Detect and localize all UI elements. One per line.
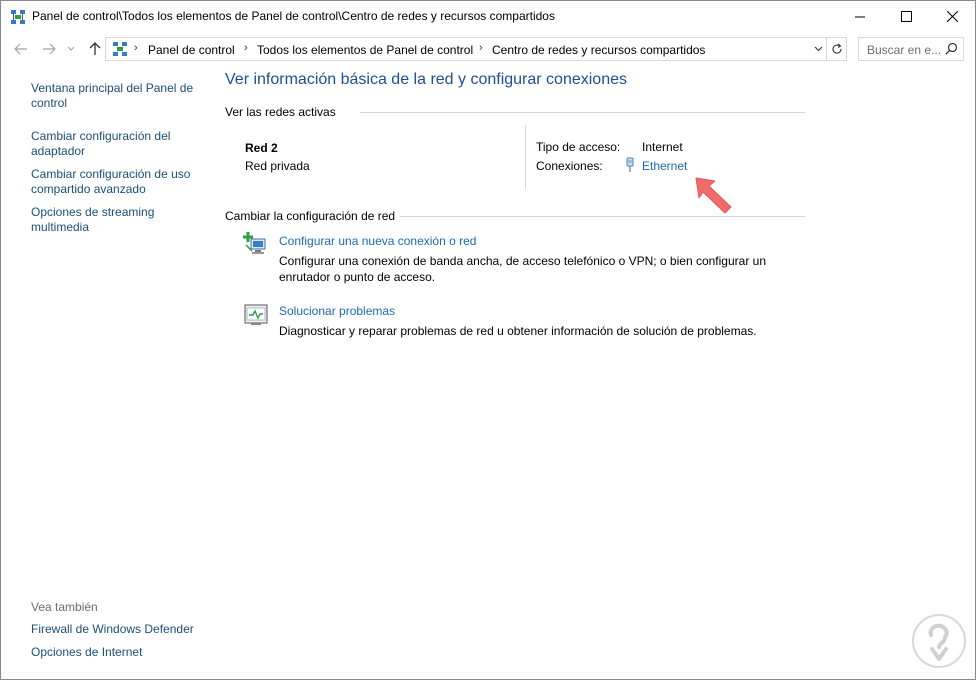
- control-panel-window: Panel de control\Todos los elementos de …: [0, 0, 976, 680]
- breadcrumb-separator[interactable]: ›: [134, 42, 138, 54]
- see-also-label: Vea también: [31, 600, 98, 614]
- troubleshoot-description: Diagnosticar y reparar problemas de red …: [279, 324, 757, 338]
- breadcrumb-separator[interactable]: ›: [244, 42, 248, 54]
- troubleshoot-link[interactable]: Solucionar problemas: [279, 304, 395, 318]
- access-type-label: Tipo de acceso:: [536, 140, 621, 154]
- ethernet-icon: [626, 157, 634, 172]
- sidebar-link-adapter-settings[interactable]: Cambiar configuración del adaptador: [31, 129, 211, 159]
- window-title: Panel de control\Todos los elementos de …: [32, 9, 555, 23]
- connections-label: Conexiones:: [536, 159, 603, 173]
- minimize-icon: [854, 16, 865, 18]
- maximize-icon: [900, 11, 912, 22]
- change-settings-header: Cambiar la configuración de red: [225, 209, 396, 223]
- watermark-logo: [912, 614, 966, 668]
- navigation-bar: › Panel de control › Todos los elementos…: [1, 34, 975, 64]
- minimize-button[interactable]: [837, 1, 883, 32]
- search-placeholder: Buscar en e...: [867, 43, 942, 57]
- chevron-down-icon: [67, 46, 75, 51]
- close-button[interactable]: [929, 1, 975, 32]
- chevron-down-icon: [814, 46, 822, 52]
- troubleshoot-icon: [244, 304, 268, 325]
- breadcrumb-all-items[interactable]: Todos los elementos de Panel de control: [257, 43, 473, 57]
- ethernet-connection-link[interactable]: Ethernet: [642, 159, 687, 173]
- title-bar: Panel de control\Todos los elementos de …: [1, 1, 975, 32]
- setup-new-connection-description: Configurar una conexión de banda ancha, …: [279, 254, 766, 284]
- active-networks-header: Ver las redes activas: [225, 105, 336, 119]
- address-bar[interactable]: › Panel de control › Todos los elementos…: [105, 37, 827, 61]
- breadcrumb-separator[interactable]: ›: [479, 42, 483, 54]
- back-button[interactable]: [11, 38, 31, 60]
- sidebar-link-advanced-sharing[interactable]: Cambiar configuración de uso compartido …: [31, 167, 211, 197]
- network-type: Red privada: [245, 159, 310, 173]
- close-icon: [946, 11, 958, 22]
- breadcrumb-network-center[interactable]: Centro de redes y recursos compartidos: [492, 43, 705, 57]
- sidebar: Ventana principal del Panel de control C…: [1, 65, 219, 679]
- network-center-icon: [113, 42, 127, 56]
- arrow-up-icon: [89, 42, 101, 55]
- arrow-left-icon: [14, 43, 27, 55]
- sidebar-link-media-streaming[interactable]: Opciones de streaming multimedia: [31, 205, 211, 235]
- main-content: Ver información básica de la red y confi…: [219, 65, 975, 679]
- sidebar-link-firewall[interactable]: Firewall de Windows Defender: [31, 622, 211, 637]
- new-connection-icon: [243, 232, 266, 254]
- up-button[interactable]: [85, 38, 105, 60]
- address-dropdown-button[interactable]: [810, 40, 826, 58]
- maximize-button[interactable]: [883, 1, 929, 32]
- setup-new-connection-link[interactable]: Configurar una nueva conexión o red: [279, 234, 476, 248]
- network-name: Red 2: [245, 141, 278, 155]
- refresh-button[interactable]: [827, 37, 847, 61]
- refresh-icon: [831, 43, 842, 54]
- pointer-arrow-icon: [695, 177, 732, 214]
- sidebar-link-control-panel-home[interactable]: Ventana principal del Panel de control: [31, 81, 211, 111]
- recent-locations-button[interactable]: [64, 38, 78, 60]
- vertical-divider: [525, 125, 526, 189]
- network-center-icon: [11, 10, 25, 24]
- page-title: Ver información básica de la red y confi…: [225, 71, 627, 88]
- breadcrumb-control-panel[interactable]: Panel de control: [148, 43, 235, 57]
- section-divider: [400, 216, 805, 217]
- forward-button[interactable]: [39, 38, 59, 60]
- arrow-right-icon: [43, 43, 56, 55]
- section-divider: [360, 112, 805, 113]
- access-type-value: Internet: [642, 140, 683, 154]
- sidebar-link-internet-options[interactable]: Opciones de Internet: [31, 645, 211, 660]
- search-icon: [945, 42, 958, 55]
- search-input[interactable]: Buscar en e...: [858, 37, 964, 61]
